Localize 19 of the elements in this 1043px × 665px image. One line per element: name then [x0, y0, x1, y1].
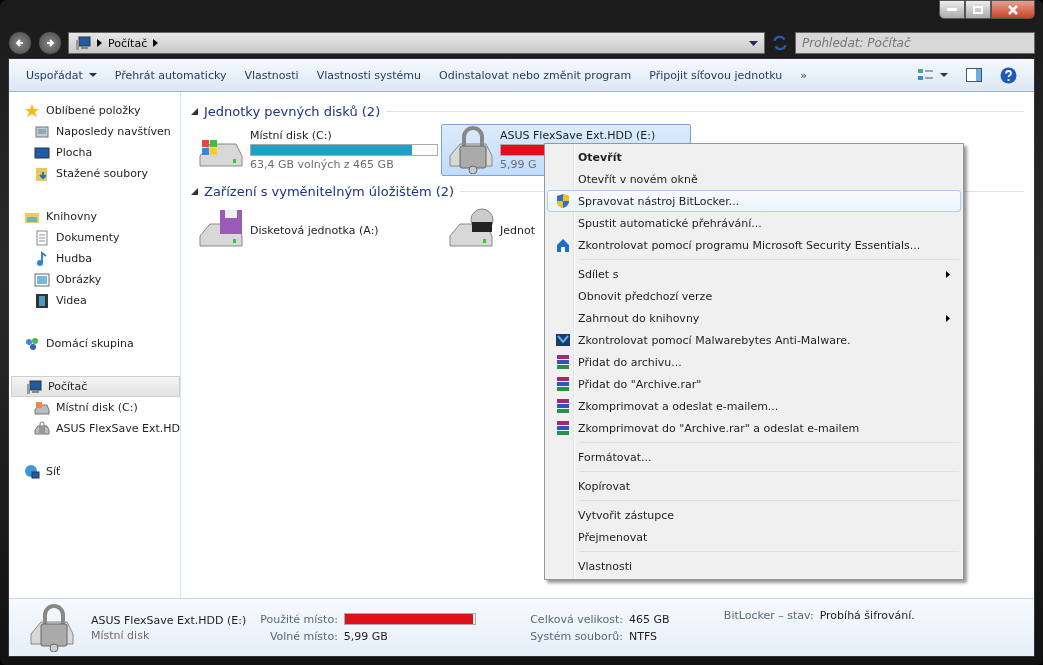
- drive-name: Disketová jednotka (A:): [250, 223, 379, 237]
- status-value: Probíhá šifrování.: [819, 609, 915, 622]
- status-label: Použité místo:: [260, 612, 338, 626]
- status-label: BitLocker – stav:: [723, 609, 814, 622]
- drive-name: ASUS FlexSave Ext.HDD (E:): [500, 129, 657, 142]
- status-label: Celková velikost:: [529, 612, 623, 626]
- free-space-text: 5,99 G: [500, 158, 538, 171]
- free-space-text: 63,4 GB volných z 465 GB: [250, 158, 395, 171]
- group-heading: Zařízení s vyměnitelným úložištěm (2): [204, 183, 455, 199]
- status-value: NTFS: [629, 629, 659, 643]
- status-value: 465 GB: [629, 612, 671, 626]
- status-label: Volné místo:: [268, 629, 338, 643]
- status-value: 5,99 GB: [343, 629, 389, 643]
- status-drive-name: ASUS FlexSave Ext.HDD (E:): [91, 613, 247, 627]
- group-heading: Jednotky pevných disků (2): [204, 103, 381, 119]
- drive-name: Jednot: [500, 223, 535, 237]
- status-drive-type: Místní disk: [91, 628, 151, 642]
- drive-name: Místní disk (C:): [250, 129, 333, 142]
- status-label: Systém souborů:: [529, 629, 623, 643]
